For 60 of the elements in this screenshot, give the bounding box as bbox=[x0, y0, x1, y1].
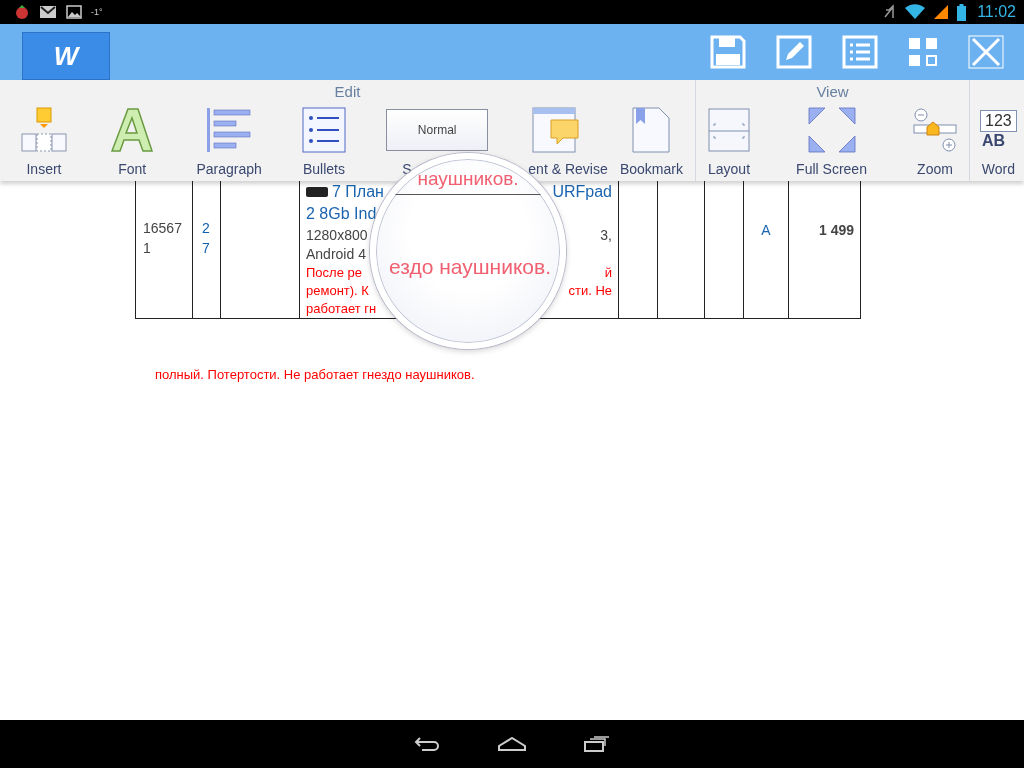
battery-icon bbox=[957, 3, 967, 21]
tablet-icon bbox=[306, 187, 328, 197]
ribbon-button[interactable]: ent & Revise bbox=[528, 161, 608, 177]
document-text: полный. Потертости. Не работает гнездо наушников. bbox=[155, 367, 476, 382]
wifi-icon bbox=[905, 4, 926, 20]
cell-text: 1280x800 bbox=[306, 226, 368, 243]
grid-icon[interactable] bbox=[908, 37, 938, 67]
full-screen-icon bbox=[807, 107, 856, 153]
cell-text: 3, bbox=[600, 226, 612, 243]
cell-text: Android 4 bbox=[306, 245, 366, 262]
cell-text: сти. Не bbox=[568, 282, 612, 298]
ribbon-button[interactable]: Layout bbox=[708, 161, 751, 177]
ribbon-button[interactable]: Zoom bbox=[917, 161, 953, 177]
zoom-slider-icon bbox=[913, 107, 957, 153]
ribbon-button[interactable]: Paragraph bbox=[196, 161, 262, 177]
mail-icon bbox=[39, 5, 57, 19]
ribbon-button[interactable]: Bullets bbox=[302, 161, 345, 177]
image-icon bbox=[66, 5, 82, 19]
list-icon[interactable] bbox=[842, 35, 878, 69]
temperature: -1° bbox=[91, 7, 103, 17]
insert-icon bbox=[20, 106, 68, 154]
cell-text: 2 8Gb Ind bbox=[306, 205, 377, 223]
recent-apps-icon[interactable] bbox=[584, 736, 610, 752]
align-left-icon bbox=[206, 107, 253, 153]
close-icon[interactable] bbox=[968, 35, 1004, 69]
clock: 11:02 bbox=[977, 3, 1016, 21]
table-cell: 1 499 bbox=[788, 181, 861, 318]
number-sample: 123 bbox=[980, 110, 1017, 132]
cell-text: работает гн bbox=[306, 300, 377, 316]
save-icon[interactable] bbox=[710, 35, 746, 69]
bookmark-icon bbox=[632, 107, 671, 153]
table-cell: 165671 bbox=[135, 181, 192, 318]
ribbon-button[interactable]: S bbox=[402, 161, 412, 177]
back-icon[interactable] bbox=[414, 736, 440, 752]
app-icon bbox=[14, 4, 30, 20]
ribbon-button[interactable]: Full Screen bbox=[796, 161, 867, 177]
ribbon-button[interactable]: Bookmark bbox=[619, 161, 683, 177]
edit-icon[interactable] bbox=[776, 35, 812, 69]
comment-icon bbox=[531, 107, 580, 153]
signal-icon bbox=[934, 4, 949, 20]
ribbon-button[interactable]: Font bbox=[118, 161, 147, 177]
bullet-list-icon bbox=[301, 107, 346, 153]
style-preview: Normal bbox=[386, 109, 489, 151]
magnified-text: наушников. bbox=[417, 168, 519, 190]
cell-text: й bbox=[604, 264, 612, 280]
cell-text: После ре bbox=[306, 264, 362, 280]
cell-text: 7 План bbox=[332, 183, 384, 201]
layout-icon bbox=[708, 108, 750, 152]
cell-text: URFpad bbox=[552, 183, 612, 201]
home-icon[interactable] bbox=[498, 737, 526, 751]
magnified-text: ездо наушников. bbox=[389, 255, 551, 279]
ribbon-button[interactable]: Insert bbox=[26, 161, 62, 177]
cell-text: ремонт). К bbox=[306, 282, 369, 298]
group-title: Edit bbox=[333, 82, 362, 102]
ribbon-button[interactable]: Word bbox=[981, 161, 1015, 177]
table-cell: 27 bbox=[192, 181, 220, 318]
table-cell: A bbox=[743, 181, 788, 318]
mute-icon bbox=[882, 4, 897, 20]
group-title: View bbox=[815, 82, 850, 102]
letter-sample: AB bbox=[981, 132, 1006, 150]
